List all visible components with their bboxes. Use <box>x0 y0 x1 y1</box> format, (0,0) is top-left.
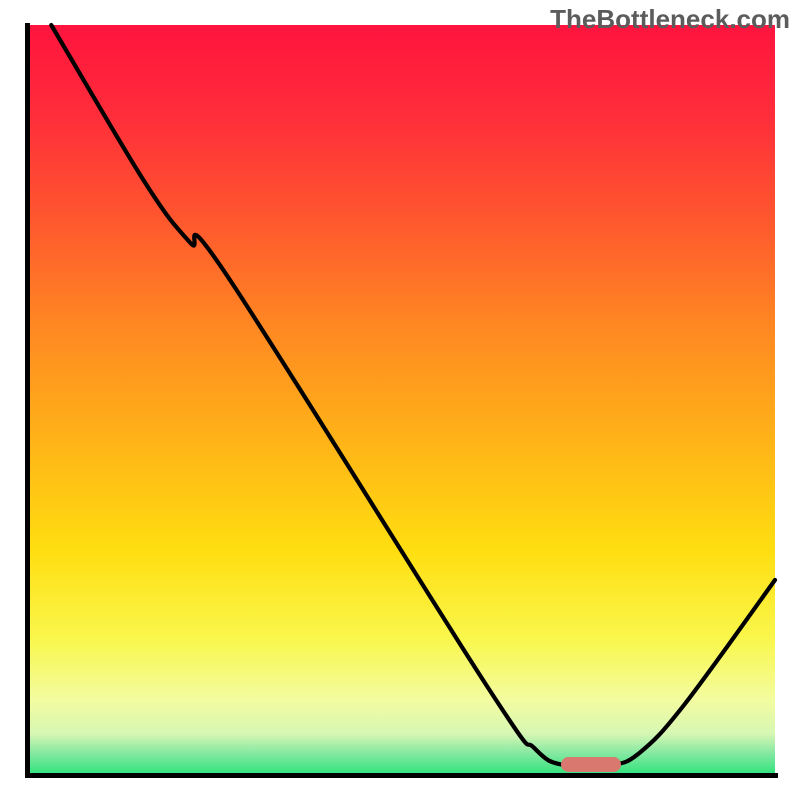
watermark-text: TheBottleneck.com <box>550 4 790 35</box>
optimal-marker <box>561 757 621 772</box>
bottleneck-chart: TheBottleneck.com <box>0 0 800 800</box>
y-axis <box>25 23 30 778</box>
x-axis <box>25 773 778 778</box>
gradient-fill <box>25 25 775 775</box>
plot-svg <box>25 25 775 775</box>
plot-area <box>25 25 775 775</box>
